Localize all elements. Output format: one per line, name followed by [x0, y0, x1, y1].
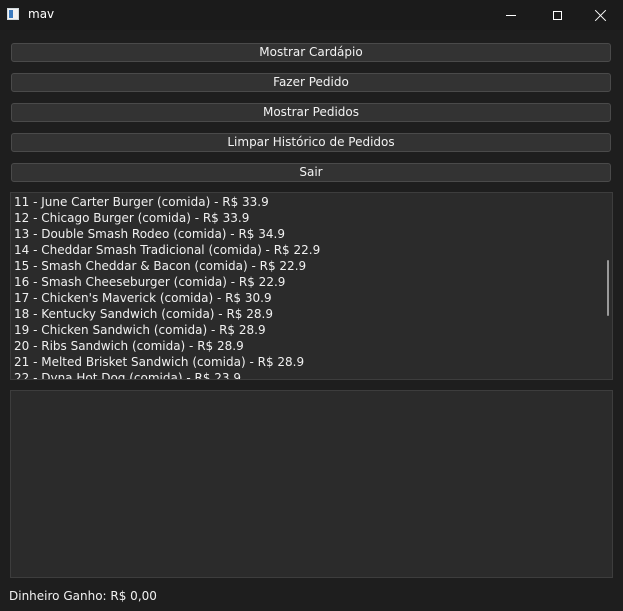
menu-list-item: 20 - Ribs Sandwich (comida) - R$ 28.9 [14, 339, 244, 353]
maximize-button[interactable] [534, 0, 580, 30]
maximize-icon [552, 10, 562, 20]
scrollbar-thumb[interactable] [607, 260, 609, 316]
title-bar: mav [0, 0, 623, 30]
menu-list: 11 - June Carter Burger (comida) - R$ 33… [14, 194, 321, 380]
window-title: mav [28, 7, 55, 21]
menu-list-item: 19 - Chicken Sandwich (comida) - R$ 28.9 [14, 323, 266, 337]
close-button[interactable] [578, 0, 623, 30]
menu-list-item: 11 - June Carter Burger (comida) - R$ 33… [14, 195, 269, 209]
menu-list-item: 17 - Chicken's Maverick (comida) - R$ 30… [14, 291, 272, 305]
menu-list-item: 15 - Smash Cheddar & Bacon (comida) - R$… [14, 259, 307, 273]
menu-list-item: 14 - Cheddar Smash Tradicional (comida) … [14, 243, 321, 257]
show-menu-button[interactable]: Mostrar Cardápio [11, 43, 611, 62]
minimize-button[interactable] [488, 0, 534, 30]
menu-list-item: 21 - Melted Brisket Sandwich (comida) - … [14, 355, 305, 369]
clear-history-button[interactable]: Limpar Histórico de Pedidos [11, 133, 611, 152]
output-text-area[interactable] [10, 390, 613, 578]
menu-list-item: 13 - Double Smash Rodeo (comida) - R$ 34… [14, 227, 285, 241]
show-orders-button[interactable]: Mostrar Pedidos [11, 103, 611, 122]
minimize-icon [506, 14, 516, 16]
menu-list-item: 12 - Chicago Burger (comida) - R$ 33.9 [14, 211, 250, 225]
app-window: mav Mostrar Cardápio Fazer Pedido Mostra… [0, 0, 623, 611]
exit-button[interactable]: Sair [11, 163, 611, 182]
earnings-label: Dinheiro Ganho: R$ 0,00 [9, 589, 157, 603]
vertical-scrollbar[interactable] [606, 194, 612, 378]
close-icon [595, 9, 607, 21]
menu-list-item: 22 - Dyna Hot Dog (comida) - R$ 23.9 [14, 371, 242, 380]
menu-text-area[interactable]: 11 - June Carter Burger (comida) - R$ 33… [10, 192, 613, 380]
app-icon [7, 8, 19, 20]
menu-list-item: 18 - Kentucky Sandwich (comida) - R$ 28.… [14, 307, 273, 321]
place-order-button[interactable]: Fazer Pedido [11, 73, 611, 92]
menu-list-item: 16 - Smash Cheeseburger (comida) - R$ 22… [14, 275, 286, 289]
